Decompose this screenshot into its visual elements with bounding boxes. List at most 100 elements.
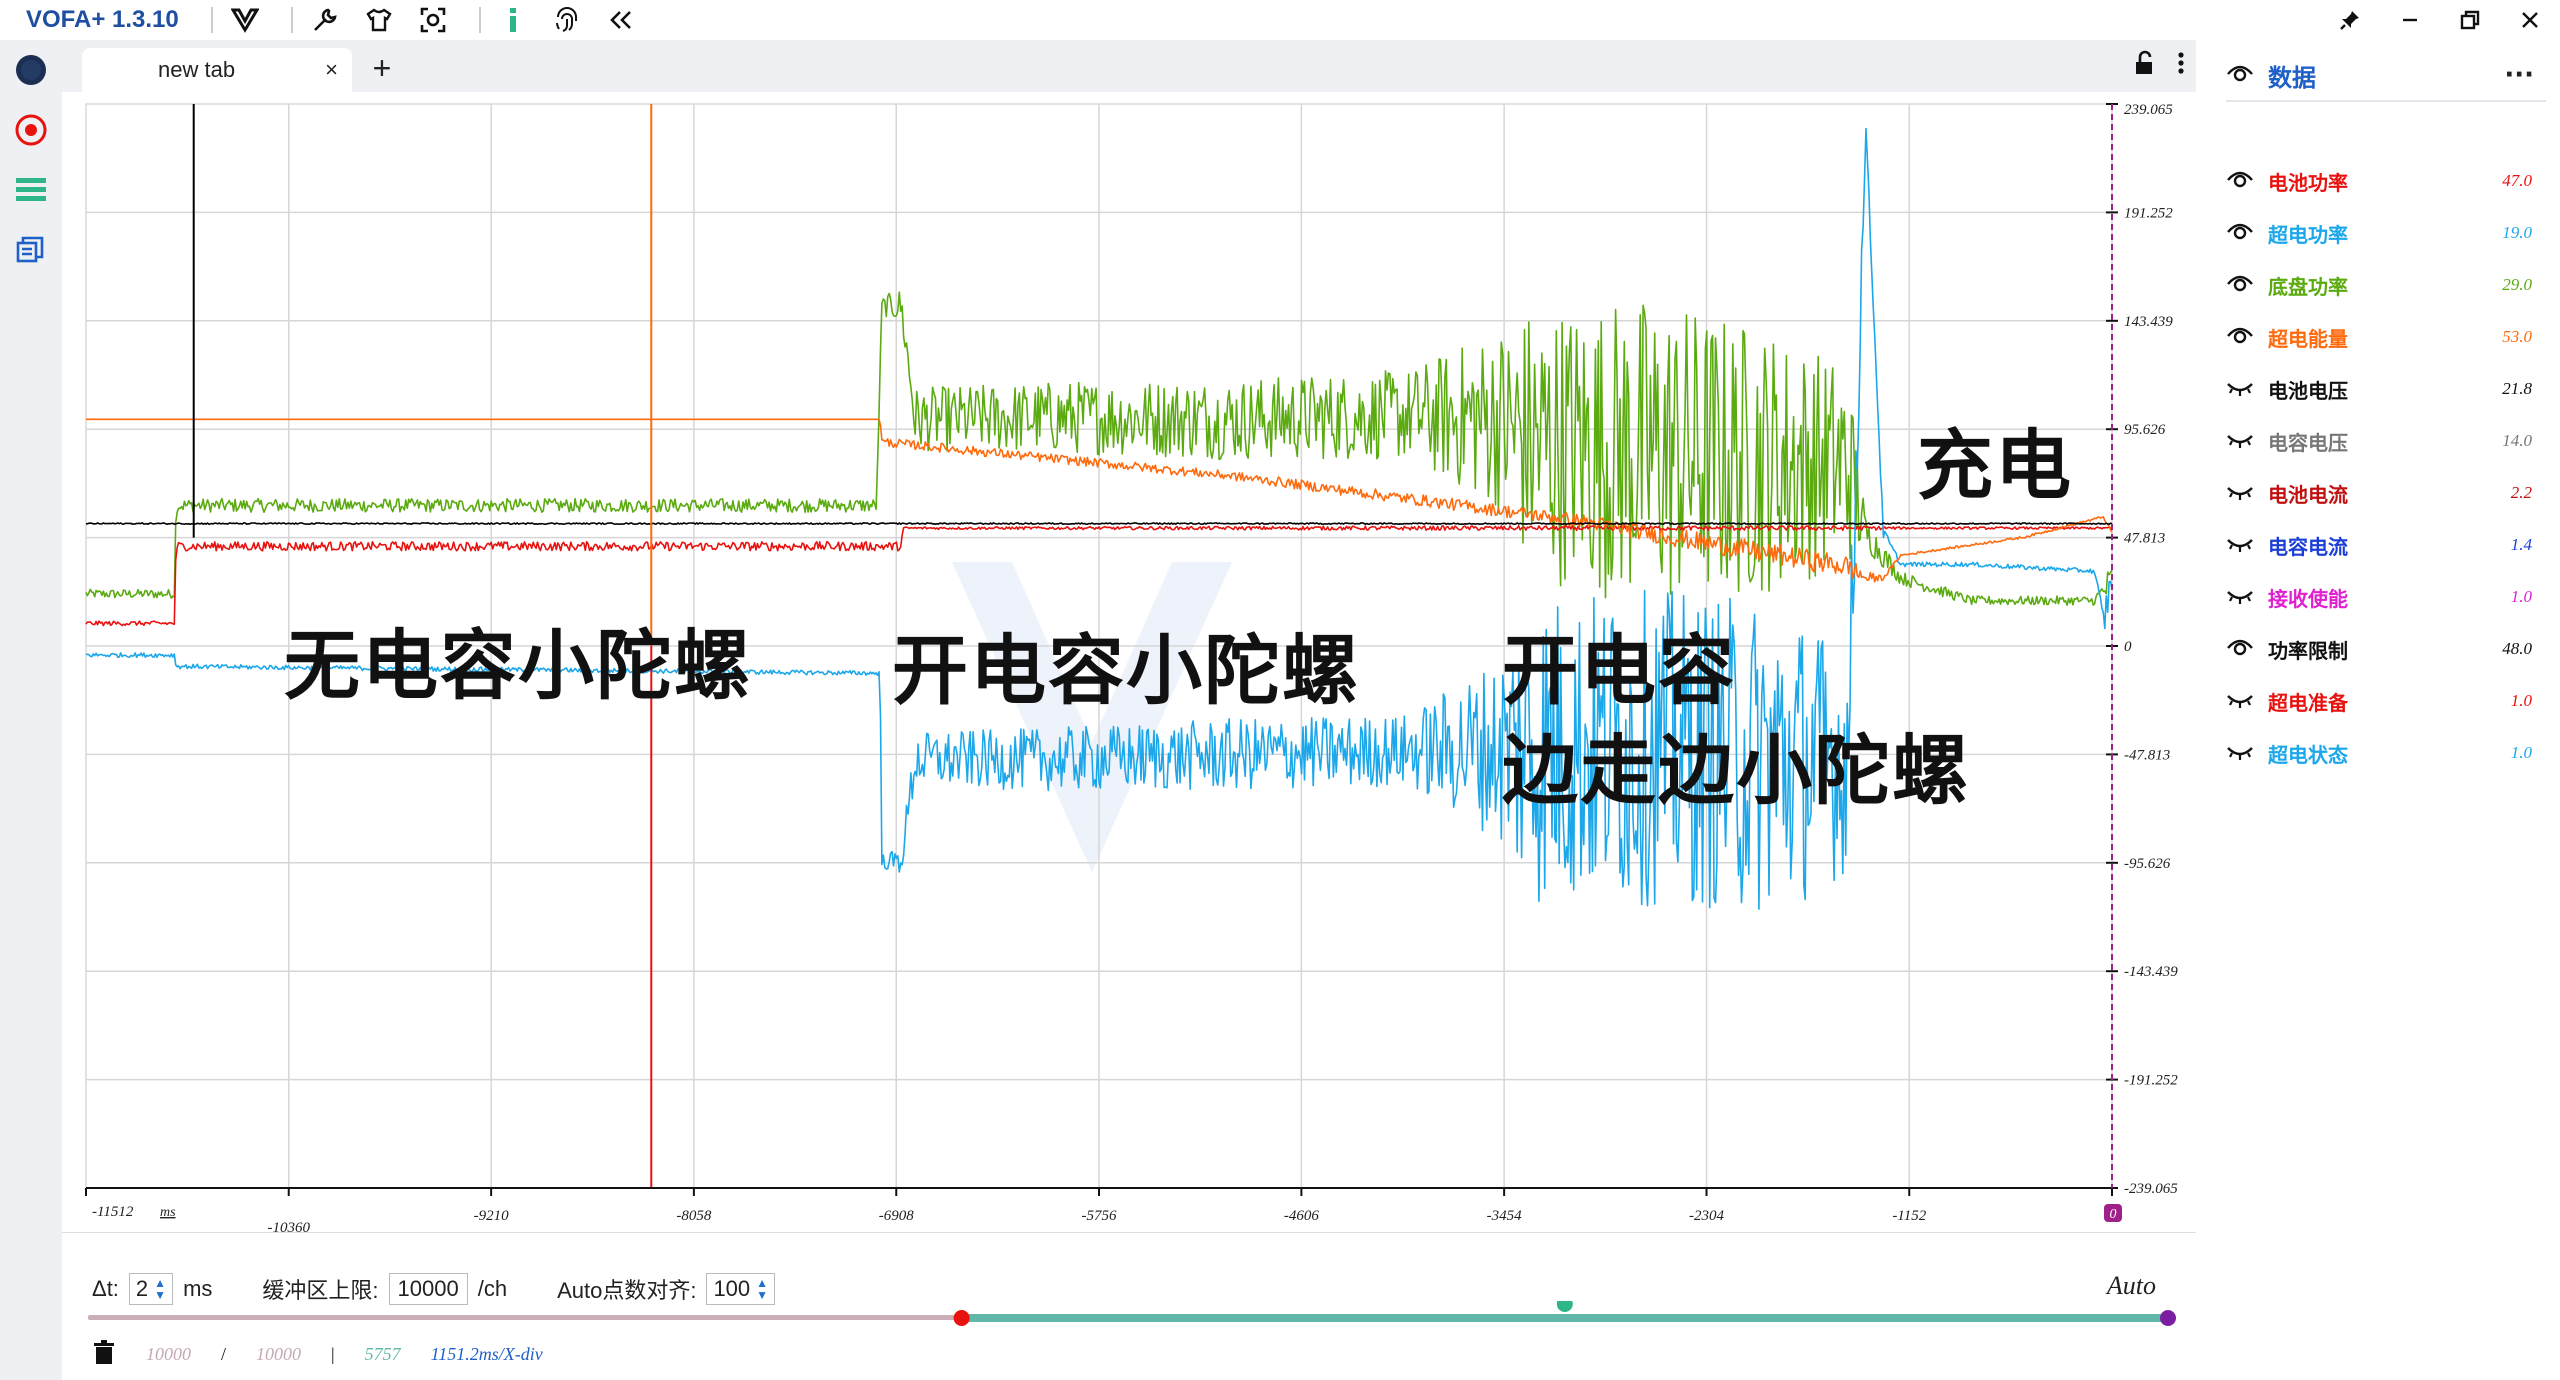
eye-closed-icon[interactable] xyxy=(2226,480,2254,506)
channel-value: 21.8 xyxy=(2502,379,2532,398)
slider-right-handle[interactable] xyxy=(2160,1310,2176,1326)
controls-bar: Δt: 2 ▲ ▼ ms 缓冲区上限: 10000 /ch Auto点数对齐: 1… xyxy=(62,1232,2196,1380)
channel-name: 超电能量 xyxy=(2268,326,2348,351)
workspace: new tab × + -11512 -10360 -9210 -8058 -6908-… xyxy=(62,40,2196,1380)
channel-row[interactable]: 电容电压 14.0 xyxy=(2226,415,2532,467)
eye-closed-icon[interactable] xyxy=(2226,688,2254,714)
annotation-cap-move-spin-1: 开电容 xyxy=(1502,626,1736,715)
x-tick-label: -5756 xyxy=(1082,1208,1117,1224)
toolbar-separator xyxy=(290,7,293,33)
auto-align-spinner[interactable]: ▲ ▼ xyxy=(756,1277,768,1301)
stat-scale: 1151.2ms/X-div xyxy=(430,1344,543,1364)
buffer-unit: /ch xyxy=(477,1276,508,1301)
eye-closed-icon[interactable] xyxy=(2226,532,2254,558)
channel-name: 超电准备 xyxy=(2268,690,2348,715)
buffer-value: 10000 xyxy=(397,1276,459,1301)
y-tick-label: 143.439 xyxy=(2124,314,2173,330)
eye-closed-icon[interactable] xyxy=(2226,740,2254,766)
slider-left-handle[interactable] xyxy=(953,1310,970,1326)
tab-close-button[interactable]: × xyxy=(325,57,338,83)
stat-sep2: | xyxy=(331,1344,335,1364)
shirt-icon[interactable] xyxy=(359,2,399,38)
channel-row[interactable]: 电池功率 47.0 xyxy=(2226,155,2532,207)
channel-name: 超电状态 xyxy=(2268,742,2348,767)
data-panel-more-button[interactable]: ··· xyxy=(2504,60,2534,90)
dt-unit: ms xyxy=(183,1276,213,1301)
stat-points: 5757 xyxy=(364,1344,401,1364)
eye-closed-icon[interactable] xyxy=(2226,428,2254,454)
channel-value: 14.0 xyxy=(2502,431,2532,450)
channel-row[interactable]: 电容电流 1.4 xyxy=(2226,519,2532,571)
channel-row[interactable]: 超电准备 1.0 xyxy=(2226,675,2532,727)
menu-list-icon[interactable] xyxy=(0,160,62,220)
fingerprint-icon[interactable] xyxy=(547,2,587,38)
slider-range xyxy=(961,1314,2168,1322)
auto-mode-label[interactable]: Auto xyxy=(2107,1271,2156,1301)
eye-closed-icon[interactable] xyxy=(2226,584,2254,610)
annotation-cap-move-spin-2: 边走边小陀螺 xyxy=(1502,726,1970,815)
pin-icon[interactable] xyxy=(2320,0,2380,40)
channel-row[interactable]: 接收使能 1.0 xyxy=(2226,571,2532,623)
connection-status-icon[interactable] xyxy=(0,40,62,100)
stat-sep1: / xyxy=(221,1344,227,1364)
y-tick-label: -95.626 xyxy=(2124,856,2171,872)
channel-value: 47.0 xyxy=(2502,171,2532,190)
eye-closed-icon[interactable] xyxy=(2226,376,2254,402)
channel-row[interactable]: 超电能量 53.0 xyxy=(2226,311,2532,363)
eye-icon[interactable] xyxy=(2226,636,2254,662)
x-tick-label: -10360 xyxy=(267,1220,310,1232)
y-tick-label: -239.065 xyxy=(2124,1181,2178,1197)
channel-value: 1.0 xyxy=(2510,691,2532,710)
channel-row[interactable]: 超电状态 1.0 xyxy=(2226,727,2532,779)
windows-icon[interactable] xyxy=(0,220,62,280)
channel-row[interactable]: 底盘功率 29.0 xyxy=(2226,259,2532,311)
dt-label: Δt: xyxy=(92,1276,119,1301)
trash-icon[interactable] xyxy=(92,1339,116,1370)
lock-icon[interactable] xyxy=(2132,50,2158,80)
more-vertical-icon[interactable] xyxy=(2176,50,2186,80)
dt-spinner[interactable]: ▲ ▼ xyxy=(154,1277,166,1301)
x-tick-label: -8058 xyxy=(676,1208,711,1224)
channel-name: 电容电压 xyxy=(2268,430,2348,455)
eye-icon[interactable] xyxy=(2226,272,2254,298)
x-tick-label: -9210 xyxy=(474,1208,509,1224)
channel-value: 2.2 xyxy=(2510,483,2532,502)
close-icon[interactable] xyxy=(2500,0,2560,40)
vofa-logo-icon[interactable] xyxy=(225,2,265,38)
screenshot-icon[interactable] xyxy=(413,2,453,38)
channel-name: 超电功率 xyxy=(2268,222,2348,247)
x-tick-label: -11512 xyxy=(92,1204,134,1220)
eye-icon[interactable] xyxy=(2226,324,2254,350)
channel-row[interactable]: 电池电流 2.2 xyxy=(2226,467,2532,519)
channel-name: 电容电流 xyxy=(2268,534,2348,559)
collapse-left-icon[interactable] xyxy=(601,2,641,38)
channel-row[interactable]: 电池电压 21.8 xyxy=(2226,363,2532,415)
channel-name: 电池电压 xyxy=(2268,378,2348,403)
range-slider[interactable] xyxy=(88,1301,2178,1331)
channel-value: 53.0 xyxy=(2502,327,2532,346)
channel-row[interactable]: 超电功率 19.0 xyxy=(2226,207,2532,259)
record-icon[interactable] xyxy=(0,100,62,160)
slider-mid-handle[interactable] xyxy=(1556,1301,1573,1312)
y-tick-label: 95.626 xyxy=(2124,422,2166,438)
waveform-plot-area[interactable]: -11512 -10360 -9210 -8058 -6908 -5756 -4606 -34… xyxy=(62,92,2196,1236)
channel-value: 1.0 xyxy=(2510,587,2532,606)
channel-row[interactable]: 功率限制 48.0 xyxy=(2226,623,2532,675)
x-tick-label: -2304 xyxy=(1689,1208,1724,1224)
eye-icon[interactable] xyxy=(2226,62,2254,88)
y-tick-label: 0 xyxy=(2124,639,2132,655)
y-tick-label: -47.813 xyxy=(2124,747,2170,763)
title-bar: VOFA+ 1.3.10 xyxy=(0,0,2560,40)
minimize-icon[interactable] xyxy=(2380,0,2440,40)
tab-new-tab[interactable]: new tab × xyxy=(82,48,352,92)
x-tick-label: -4606 xyxy=(1284,1208,1319,1224)
auto-align-value: 100 xyxy=(713,1276,751,1301)
add-tab-button[interactable]: + xyxy=(362,48,402,88)
eye-icon[interactable] xyxy=(2226,168,2254,194)
restore-icon[interactable] xyxy=(2440,0,2500,40)
info-icon[interactable] xyxy=(493,2,533,38)
eye-icon[interactable] xyxy=(2226,220,2254,246)
annotation-cap-spin: 开电容小陀螺 xyxy=(892,626,1360,715)
data-panel: 数据 ··· 电池功率 47.0 超电功率 19.0 底盘功率 29.0 超电能量 53.0 电… xyxy=(2196,40,2560,1380)
wrench-icon[interactable] xyxy=(305,2,345,38)
